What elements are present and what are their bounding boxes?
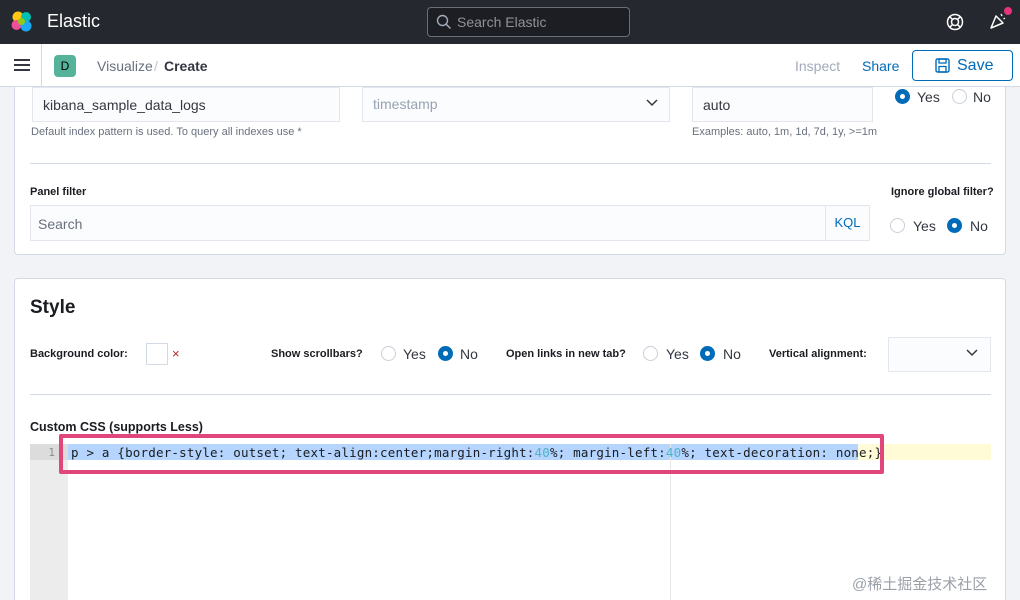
- scrollbars-yes-radio[interactable]: [381, 346, 396, 361]
- open-links-no-radio[interactable]: [700, 346, 715, 361]
- search-placeholder: Search Elastic: [457, 14, 547, 30]
- panel-filter-placeholder: Search: [38, 216, 83, 232]
- time-field-placeholder: timestamp: [373, 96, 438, 112]
- custom-css-label: Custom CSS (supports Less): [30, 420, 203, 434]
- breadcrumb-create: Create: [164, 58, 208, 74]
- chevron-down-icon: [646, 99, 658, 107]
- help-icon[interactable]: [945, 12, 965, 32]
- notification-dot: [1004, 7, 1012, 15]
- index-pattern-input[interactable]: kibana_sample_data_logs: [32, 87, 340, 122]
- ignore-global-yes-label: Yes: [913, 218, 936, 234]
- show-scrollbars-label: Show scrollbars?: [271, 348, 363, 360]
- drop-bucket-no-label: No: [973, 89, 991, 105]
- ignore-global-yes-radio[interactable]: [890, 218, 905, 233]
- drop-bucket-yes-radio[interactable]: [895, 89, 910, 104]
- background-color-label: Background color:: [30, 348, 128, 360]
- app-nav-bar: D Visualize / Create Inspect Share Save: [0, 44, 1020, 87]
- global-header: Elastic Search Elastic: [0, 0, 1020, 44]
- watermark: @稀土掘金技术社区: [852, 576, 988, 593]
- chevron-down-icon: [966, 349, 978, 357]
- interval-input[interactable]: auto: [692, 87, 873, 122]
- save-icon: [935, 58, 950, 73]
- drop-bucket-no-radio[interactable]: [952, 89, 967, 104]
- scrollbars-no-radio[interactable]: [438, 346, 453, 361]
- drop-bucket-yes-label: Yes: [917, 89, 940, 105]
- index-pattern-help: Default index pattern is used. To query …: [31, 126, 302, 138]
- section-divider: [30, 394, 991, 395]
- open-links-label: Open links in new tab?: [506, 348, 626, 360]
- annotation-highlight-box: [59, 434, 884, 474]
- clear-color-icon[interactable]: ×: [172, 346, 180, 361]
- panel-filter-label: Panel filter: [30, 186, 87, 198]
- ignore-global-no-radio[interactable]: [947, 218, 962, 233]
- ignore-global-no-label: No: [970, 218, 988, 234]
- scrollbars-no-label: No: [460, 346, 478, 362]
- breadcrumb-visualize[interactable]: Visualize: [97, 58, 153, 74]
- open-links-no-label: No: [723, 346, 741, 362]
- scrollbars-yes-label: Yes: [403, 346, 426, 362]
- space-avatar[interactable]: D: [54, 55, 76, 77]
- time-field-select[interactable]: timestamp: [362, 87, 670, 122]
- elastic-logo-icon[interactable]: [10, 10, 34, 34]
- data-options-panel: kibana_sample_data_logs timestamp auto D…: [14, 87, 1006, 255]
- nav-divider: [41, 44, 42, 87]
- share-button[interactable]: Share: [862, 58, 899, 74]
- menu-icon[interactable]: [14, 58, 30, 72]
- save-label: Save: [957, 57, 994, 74]
- open-links-yes-radio[interactable]: [643, 346, 658, 361]
- kql-button[interactable]: KQL: [825, 206, 869, 240]
- background-color-swatch[interactable]: [146, 343, 168, 365]
- section-divider: [30, 163, 991, 164]
- inspect-button[interactable]: Inspect: [795, 58, 840, 74]
- style-title: Style: [30, 297, 76, 318]
- vertical-alignment-label: Vertical alignment:: [769, 348, 867, 360]
- vertical-alignment-select[interactable]: [888, 337, 991, 372]
- ignore-global-filter-label: Ignore global filter?: [891, 186, 994, 198]
- brand-name[interactable]: Elastic: [47, 11, 100, 32]
- interval-help: Examples: auto, 1m, 1d, 7d, 1y, >=1m: [692, 126, 878, 138]
- global-search-input[interactable]: Search Elastic: [427, 7, 630, 37]
- panel-filter-input[interactable]: Search KQL: [30, 205, 870, 241]
- open-links-yes-label: Yes: [666, 346, 689, 362]
- line-number: 1: [48, 446, 55, 459]
- breadcrumb-separator: /: [154, 58, 158, 74]
- save-button[interactable]: Save: [912, 50, 1013, 81]
- search-icon: [436, 14, 451, 29]
- interval-value: auto: [703, 97, 731, 113]
- index-pattern-value: kibana_sample_data_logs: [43, 97, 206, 113]
